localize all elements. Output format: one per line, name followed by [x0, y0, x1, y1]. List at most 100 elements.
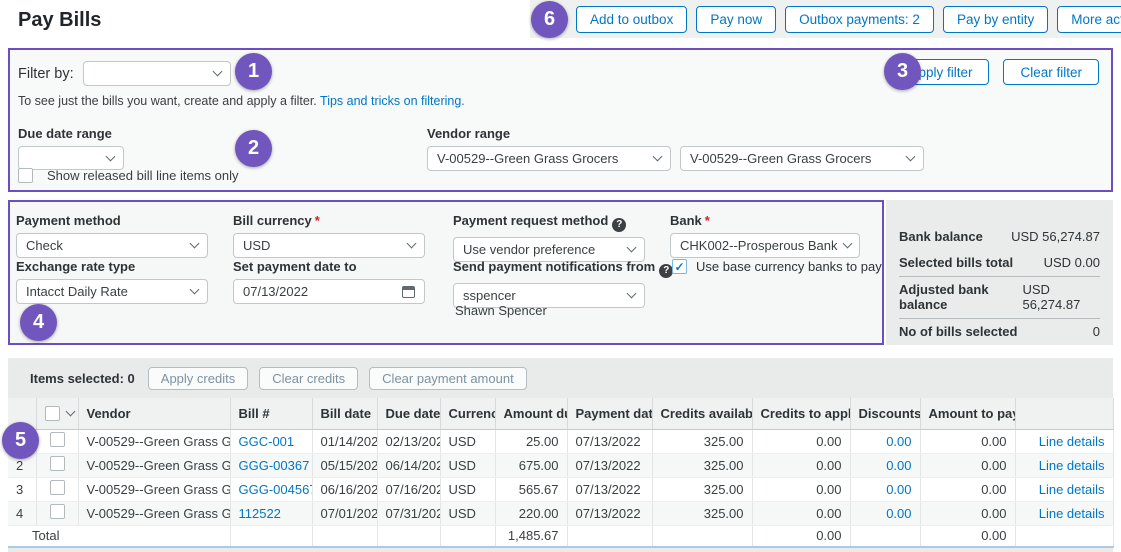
- select-all-checkbox[interactable]: [45, 406, 60, 421]
- cell-credits-to-apply: 0.00: [752, 501, 850, 525]
- outbox-payments-button[interactable]: Outbox payments: 2: [785, 6, 934, 33]
- cell-credits-to-apply: 0.00: [752, 477, 850, 501]
- bill-link[interactable]: GGC-001: [239, 434, 295, 449]
- cell-discounts: 0.00: [850, 501, 920, 525]
- payment-date-input[interactable]: 07/13/2022: [233, 279, 425, 304]
- bank-summary-panel: Bank balance USD 56,274.87 Selected bill…: [886, 200, 1113, 345]
- total-amount-due: 1,485.67: [495, 525, 567, 547]
- cell-bill-date: 01/14/2021: [312, 429, 377, 453]
- chevron-down-icon[interactable]: [65, 406, 75, 416]
- cell-credits-available: 325.00: [652, 453, 752, 477]
- bill-link[interactable]: GGG-0045678: [239, 482, 313, 497]
- filter-tips-link[interactable]: Tips and tricks on filtering.: [320, 94, 465, 108]
- callout-1: 1: [235, 53, 272, 90]
- adjusted-bank-balance-value: USD 56,274.87: [1022, 282, 1100, 312]
- bills-table: Vendor Bill # Bill date Due date Currenc…: [8, 398, 1114, 548]
- payment-method-label: Payment method: [16, 213, 208, 228]
- bill-currency-value: USD: [243, 238, 270, 253]
- col-discounts: Discounts: [850, 398, 920, 429]
- more-actions-button[interactable]: More actions: [1057, 6, 1121, 33]
- discounts-link[interactable]: 0.00: [886, 458, 911, 473]
- payment-request-method-select[interactable]: Use vendor preference: [453, 237, 645, 262]
- row-select-cell: [36, 501, 78, 525]
- exchange-rate-type-select[interactable]: Intacct Daily Rate: [16, 279, 208, 304]
- row-checkbox[interactable]: [50, 432, 65, 447]
- filter-by-select[interactable]: [83, 61, 231, 86]
- row-select-cell: [36, 429, 78, 453]
- chevron-down-icon: [627, 288, 637, 298]
- payment-method-select[interactable]: Check: [16, 233, 208, 258]
- cell-payment-date: 07/13/2022: [567, 453, 652, 477]
- cell-line-details: Line details: [1015, 501, 1113, 525]
- table-row: 3 V-00529--Green Grass Grocers GGG-00456…: [8, 477, 1113, 501]
- bill-link[interactable]: 112522: [239, 506, 281, 521]
- cell-line-details: Line details: [1015, 477, 1113, 501]
- pay-now-button[interactable]: Pay now: [696, 6, 776, 33]
- bank-balance-value: USD 56,274.87: [1011, 229, 1100, 244]
- vendor-range-to-select[interactable]: V-00529--Green Grass Grocers: [680, 146, 924, 171]
- col-amount-due: Amount due: [495, 398, 567, 429]
- row-checkbox[interactable]: [50, 480, 65, 495]
- required-asterisk: [312, 213, 320, 228]
- add-to-outbox-button[interactable]: Add to outbox: [576, 6, 687, 33]
- cell-bill-date: 05/15/2022: [312, 453, 377, 477]
- cell-currency: USD: [440, 501, 495, 525]
- calendar-icon[interactable]: [402, 286, 415, 298]
- col-line-details: [1015, 398, 1113, 429]
- cell-credits-to-apply: 0.00: [752, 453, 850, 477]
- col-bill-date: Bill date: [312, 398, 377, 429]
- line-details-link[interactable]: Line details: [1039, 458, 1105, 473]
- callout-4: 4: [20, 304, 57, 341]
- show-released-checkbox[interactable]: [18, 168, 33, 183]
- line-details-link[interactable]: Line details: [1039, 506, 1105, 521]
- callout-3: 3: [884, 53, 921, 90]
- due-date-range-select[interactable]: [18, 146, 124, 170]
- use-base-currency-checkbox[interactable]: [672, 259, 687, 274]
- select-all-header: [36, 398, 78, 429]
- cell-payment-date: 07/13/2022: [567, 429, 652, 453]
- pay-by-entity-button[interactable]: Pay by entity: [943, 6, 1048, 33]
- chevron-down-icon: [212, 67, 222, 77]
- row-number: 4: [8, 501, 36, 525]
- table-row: 4 V-00529--Green Grass Grocers 112522 07…: [8, 501, 1113, 525]
- due-date-range-label: Due date range: [18, 126, 124, 141]
- adjusted-bank-balance-label: Adjusted bank balance: [899, 282, 1022, 312]
- selected-bills-total-label: Selected bills total: [899, 255, 1013, 270]
- vendor-to-value: V-00529--Green Grass Grocers: [690, 151, 871, 166]
- chevron-down-icon: [842, 239, 852, 249]
- cell-amount-to-pay: 0.00: [920, 453, 1015, 477]
- pay-bills-page: Pay Bills Add to outbox Pay now Outbox p…: [0, 0, 1121, 552]
- row-checkbox[interactable]: [50, 456, 65, 471]
- bill-link[interactable]: GGG-00367: [239, 458, 310, 473]
- apply-credits-button[interactable]: Apply credits: [148, 367, 248, 390]
- selected-bills-total-value: USD 0.00: [1044, 255, 1100, 270]
- col-currency: Currency: [440, 398, 495, 429]
- help-icon[interactable]: [612, 218, 626, 232]
- chevron-down-icon: [627, 242, 637, 252]
- cell-amount-due: 565.67: [495, 477, 567, 501]
- bills-selected-count-label: No of bills selected: [899, 324, 1017, 339]
- cell-amount-due: 25.00: [495, 429, 567, 453]
- line-details-link[interactable]: Line details: [1039, 434, 1105, 449]
- chevron-down-icon: [106, 151, 116, 161]
- set-payment-date-label: Set payment date to: [233, 259, 425, 274]
- vendor-range-from-select[interactable]: V-00529--Green Grass Grocers: [427, 146, 671, 171]
- cell-vendor: V-00529--Green Grass Grocers: [78, 453, 230, 477]
- clear-credits-button[interactable]: Clear credits: [259, 367, 358, 390]
- cell-amount-due: 220.00: [495, 501, 567, 525]
- bill-currency-select[interactable]: USD: [233, 233, 425, 258]
- cell-credits-available: 325.00: [652, 501, 752, 525]
- discounts-link[interactable]: 0.00: [886, 434, 911, 449]
- col-payment-date: Payment date: [567, 398, 652, 429]
- row-checkbox[interactable]: [50, 504, 65, 519]
- bills-selected-count-value: 0: [1093, 324, 1100, 339]
- discounts-link[interactable]: 0.00: [886, 482, 911, 497]
- discounts-link[interactable]: 0.00: [886, 506, 911, 521]
- bank-select[interactable]: CHK002--Prosperous Bank: [670, 233, 860, 258]
- cell-bill-number: GGG-0045678: [230, 477, 312, 501]
- cell-amount-to-pay: 0.00: [920, 429, 1015, 453]
- filter-helper-text: To see just the bills you want, create a…: [18, 94, 317, 108]
- line-details-link[interactable]: Line details: [1039, 482, 1105, 497]
- clear-payment-amount-button[interactable]: Clear payment amount: [369, 367, 527, 390]
- clear-filter-button[interactable]: Clear filter: [1003, 59, 1099, 85]
